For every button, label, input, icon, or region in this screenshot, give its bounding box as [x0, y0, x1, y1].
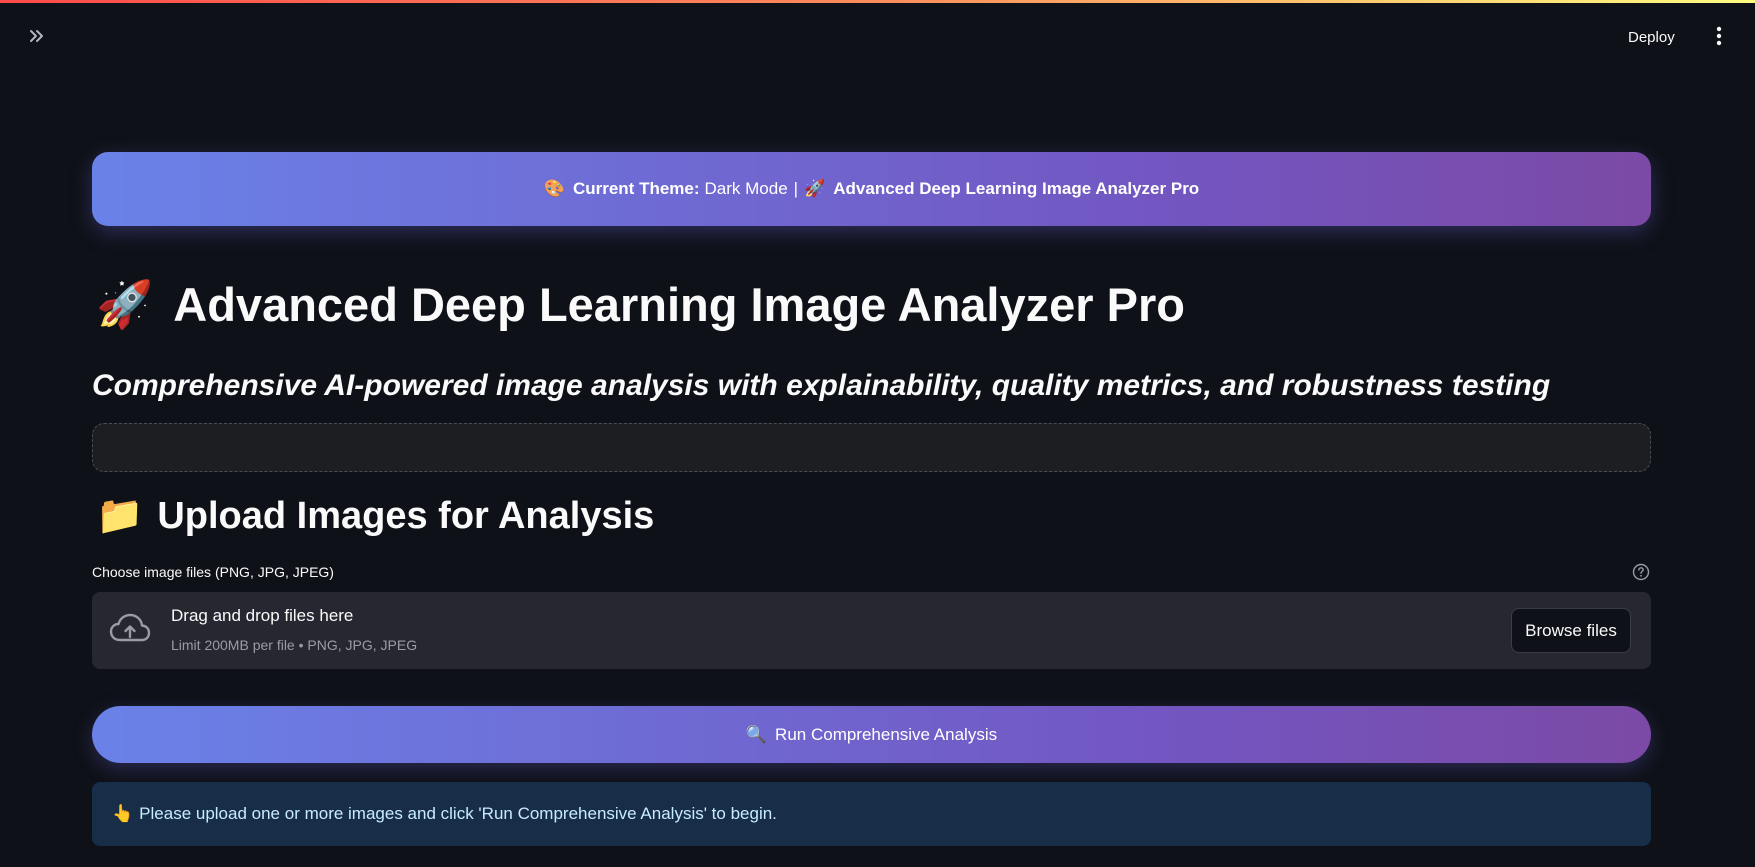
- run-analysis-label: Run Comprehensive Analysis: [775, 724, 998, 744]
- rocket-icon: 🚀: [96, 277, 154, 330]
- theme-prefix: Current Theme:: [572, 179, 700, 198]
- file-dropzone[interactable]: Drag and drop files here Limit 200MB per…: [92, 592, 1651, 669]
- theme-separator: |: [793, 179, 799, 198]
- cloud-upload-icon: [109, 613, 151, 642]
- page-title-text: Advanced Deep Learning Image Analyzer Pr…: [173, 277, 1185, 331]
- theme-mode: Dark Mode: [704, 179, 788, 198]
- info-alert: 👆 Please upload one or more images and c…: [92, 782, 1651, 846]
- folder-icon: 📁: [96, 495, 144, 537]
- sidebar-toggle-button[interactable]: [22, 21, 52, 51]
- upload-section-heading: 📁 Upload Images for Analysis: [96, 490, 654, 542]
- uploader-label: Choose image files (PNG, JPG, JPEG): [92, 564, 334, 580]
- pointing-up-icon: 👆: [112, 804, 134, 823]
- upload-heading-text: Upload Images for Analysis: [157, 494, 655, 537]
- drop-limit-text: Limit 200MB per file • PNG, JPG, JPEG: [171, 637, 418, 653]
- page-title: 🚀 Advanced Deep Learning Image Analyzer …: [96, 272, 1185, 336]
- theme-app-name: Advanced Deep Learning Image Analyzer Pr…: [833, 179, 1200, 198]
- dashed-placeholder-box: [92, 423, 1651, 472]
- help-icon[interactable]: [1632, 563, 1650, 581]
- rocket-icon: 🚀: [804, 179, 826, 198]
- browse-files-button[interactable]: Browse files: [1511, 608, 1631, 653]
- theme-banner: 🎨 Current Theme: Dark Mode | 🚀 Advanced …: [92, 152, 1651, 226]
- info-message: Please upload one or more images and cli…: [139, 804, 777, 823]
- main-content: 🎨 Current Theme: Dark Mode | 🚀 Advanced …: [92, 0, 1651, 867]
- magnifier-icon: 🔍: [745, 724, 768, 744]
- main-menu-button[interactable]: [1706, 21, 1732, 51]
- drop-title: Drag and drop files here: [171, 606, 354, 625]
- double-chevron-right-icon: [30, 30, 43, 42]
- run-analysis-button[interactable]: 🔍 Run Comprehensive Analysis: [92, 706, 1651, 763]
- page-subtitle: Comprehensive AI-powered image analysis …: [92, 369, 1551, 402]
- vertical-dots-icon: [1716, 26, 1722, 46]
- palette-icon: 🎨: [543, 179, 565, 198]
